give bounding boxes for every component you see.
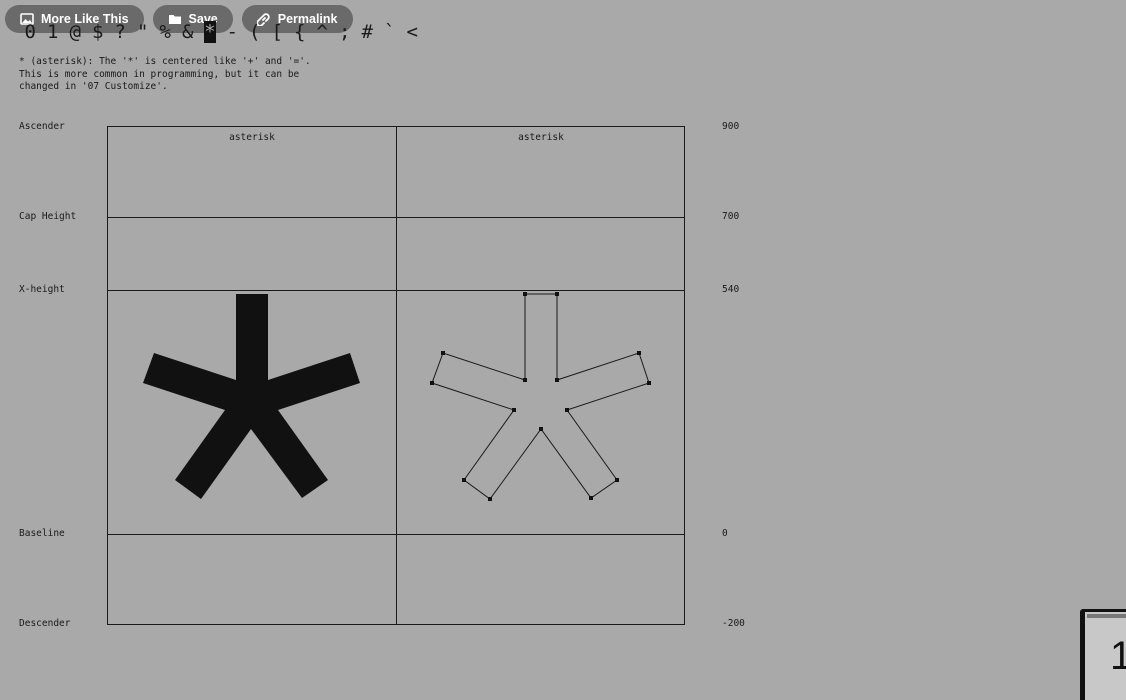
glyph-metrics-grid: asterisk asterisk <box>107 126 685 625</box>
glyph-strip-item[interactable]: 0 <box>19 21 42 43</box>
glyph-strip-item[interactable]: " <box>132 21 155 43</box>
metric-label-baseline: Baseline <box>19 528 65 539</box>
metric-value-ascender: 900 <box>722 121 740 132</box>
metric-value-cap-height: 700 <box>722 211 740 222</box>
description-line-2: This is more common in programming, but … <box>19 68 300 80</box>
glyph-strip-item[interactable]: % <box>154 21 177 43</box>
glyph-strip-item[interactable]: 1 <box>42 21 65 43</box>
glyph-strip-item[interactable]: ( <box>244 21 267 43</box>
description-line-3: changed in '07 Customize'. <box>19 81 168 93</box>
metric-label-cap-height: Cap Height <box>19 211 77 222</box>
thumbnail-glyph: 1 <box>1110 634 1126 678</box>
glyph-strip-item[interactable]: [ <box>266 21 289 43</box>
glyph-description: * (asterisk): The '*' is centered like '… <box>19 56 311 94</box>
glyph-strip-item[interactable]: # <box>356 21 379 43</box>
asterisk-outline-glyph <box>430 292 651 501</box>
thumbnail-preview: 1 <box>1085 612 1126 700</box>
glyph-strip-item-selected[interactable]: * <box>204 21 216 43</box>
metric-label-ascender: Ascender <box>19 121 65 132</box>
glyph-strip-item[interactable]: ` <box>379 21 402 43</box>
glyph-strip-item[interactable]: $ <box>87 21 110 43</box>
description-line-1: * (asterisk): The '*' is centered like '… <box>19 56 311 67</box>
metric-value-baseline: 0 <box>722 528 728 539</box>
metric-label-descender: Descender <box>19 618 71 629</box>
metric-value-x-height: 540 <box>722 284 740 295</box>
glyph-strip-item[interactable]: ; <box>334 21 357 43</box>
page-thumbnail[interactable]: 1 <box>1080 609 1126 700</box>
outline-control-points <box>430 292 651 501</box>
glyph-strip-item[interactable]: @ <box>64 21 87 43</box>
glyph-strip-item[interactable]: ? <box>109 21 132 43</box>
glyph-strip-item[interactable]: < <box>401 21 424 43</box>
glyph-strip-item[interactable]: & <box>177 21 200 43</box>
glyph-strip: 0 1 @ $? "% & * -([{^; # ` < <box>19 21 424 43</box>
metric-value-descender: -200 <box>722 618 745 629</box>
metric-label-x-height: X-height <box>19 284 65 295</box>
glyph-strip-item[interactable]: { <box>289 21 312 43</box>
thumbnail-bar <box>1087 614 1126 618</box>
glyph-strip-item[interactable]: - <box>221 21 244 43</box>
glyph-strip-item[interactable]: ^ <box>311 21 334 43</box>
glyph-drawing <box>143 292 651 501</box>
asterisk-filled-glyph <box>143 294 360 499</box>
